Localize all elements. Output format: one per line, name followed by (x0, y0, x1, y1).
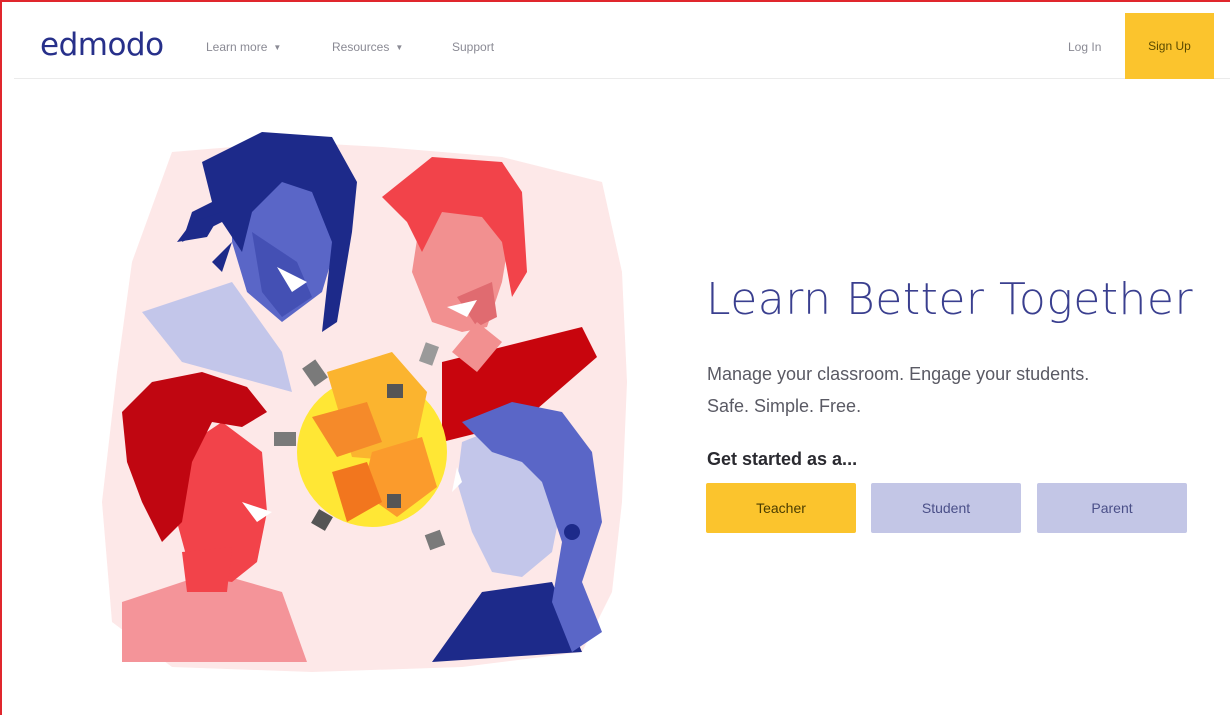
nav-support-label: Support (452, 40, 495, 54)
nav-resources[interactable]: Resources ▼ (332, 40, 403, 54)
hero-illustration (102, 132, 627, 672)
chevron-down-icon: ▼ (395, 43, 404, 52)
get-started-label: Get started as a... (707, 449, 858, 469)
hero-subtitle-line-2: Safe. Simple. Free. (707, 396, 862, 416)
signup-button[interactable]: Sign Up (1125, 13, 1214, 79)
nav-resources-label: Resources (332, 40, 390, 54)
chevron-down-icon: ▼ (273, 43, 282, 52)
browser-frame: edmodo Learn more ▼ Resources ▼ Support Lo… (0, 0, 1230, 715)
nav-learn-more-label: Learn more (206, 40, 268, 54)
nav-learn-more[interactable]: Learn more ▼ (206, 40, 281, 54)
nav-support[interactable]: Support (452, 40, 494, 54)
hero-subtitle-line-1: Manage your classroom. Engage your stude… (707, 364, 1090, 384)
login-link[interactable]: Log In (1068, 40, 1101, 54)
edmodo-logo[interactable]: edmodo (40, 27, 164, 63)
hero-title: Learn Better Together (706, 274, 1194, 325)
hero-subtitle: Manage your classroom. Engage your stude… (707, 358, 1177, 422)
student-button[interactable]: Student (871, 483, 1021, 533)
top-navbar: edmodo Learn more ▼ Resources ▼ Support Lo… (14, 13, 1230, 79)
teacher-button[interactable]: Teacher (706, 483, 856, 533)
parent-button[interactable]: Parent (1037, 483, 1187, 533)
